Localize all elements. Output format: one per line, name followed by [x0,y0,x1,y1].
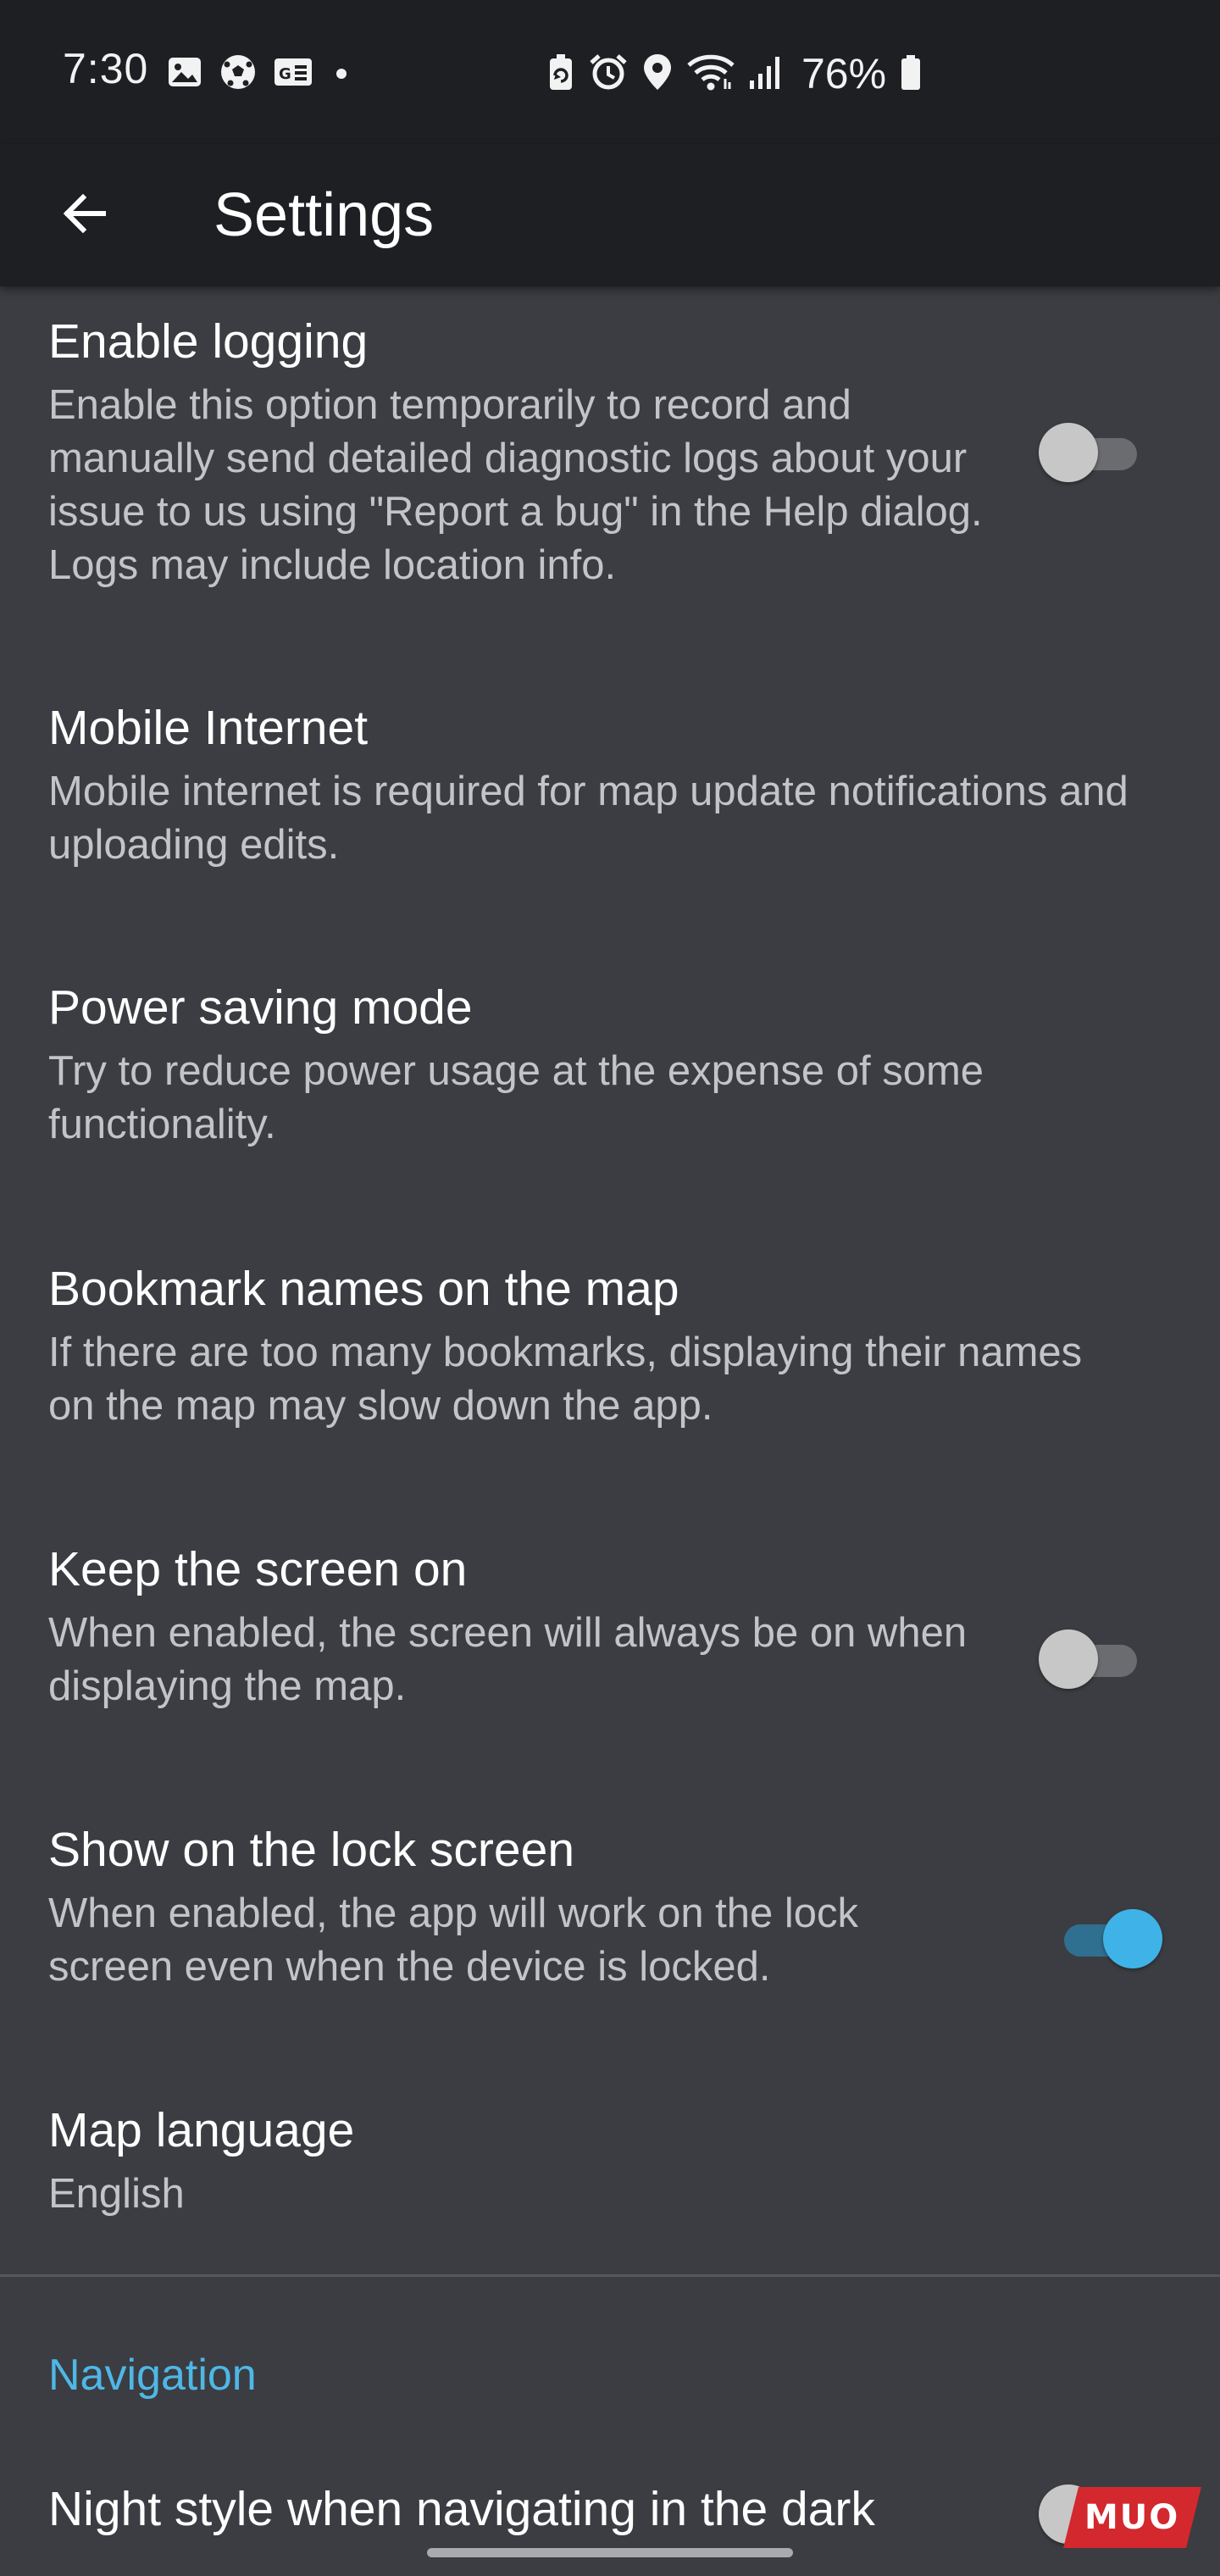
signal-icon [747,52,785,97]
toggle-thumb [1039,423,1098,482]
setting-title: Map language [48,2103,355,2157]
setting-title: Mobile Internet [48,701,369,755]
status-time: 7:30 [63,45,149,92]
news-icon: G [273,55,313,93]
setting-value: English [48,2171,185,2217]
setting-title: Bookmark names on the map [48,1262,679,1316]
setting-description: If there are too many bookmarks, display… [48,1330,1083,1429]
app-bar: Settings [0,144,1220,286]
watermark-text: MUO [1084,2498,1180,2537]
setting-title: Power saving mode [48,980,473,1035]
show-on-lock-screen-toggle[interactable] [1056,1906,1166,1974]
setting-description: Mobile internet is required for map upda… [48,769,1128,868]
keep-screen-on-toggle[interactable] [1039,1626,1149,1694]
setting-mobile-internet[interactable]: Mobile Internet Mobile internet is requi… [0,686,1220,898]
page-title: Settings [214,181,435,249]
soccer-ball-icon [219,53,258,96]
gallery-icon [166,53,203,95]
battery-saver-icon [546,52,576,97]
toggle-thumb [1039,1629,1098,1689]
arrow-left-icon [58,186,112,245]
location-icon [640,52,674,97]
enable-logging-toggle[interactable] [1039,419,1149,487]
setting-show-on-lock-screen[interactable]: Show on the lock screen When enabled, th… [0,1808,1220,2020]
setting-title: Show on the lock screen [48,1823,575,1877]
toggle-thumb [1103,1909,1162,1968]
setting-enable-logging[interactable]: Enable logging Enable this option tempor… [0,305,1220,644]
battery-percent: 76% [801,50,887,97]
section-header-navigation: Navigation [48,2351,257,2400]
section-divider [0,2274,1220,2277]
setting-title: Night style when navigating in the dark [48,2482,875,2536]
setting-bookmark-names[interactable]: Bookmark names on the map If there are t… [0,1247,1220,1459]
watermark-logo: MUO [1063,2487,1201,2548]
wifi-icon [686,52,735,97]
status-bar: 7:30 G 76% [0,0,1220,144]
setting-night-style[interactable]: Night style when navigating in the dark [0,2481,1220,2576]
setting-map-language[interactable]: Map language English [0,2089,1220,2258]
battery-icon [898,52,923,97]
svg-text:G: G [279,65,291,83]
setting-description: Try to reduce power usage at the expense… [48,1048,984,1147]
home-indicator[interactable] [427,2548,793,2557]
back-button[interactable] [44,175,125,256]
setting-keep-screen-on[interactable]: Keep the screen on When enabled, the scr… [0,1528,1220,1740]
setting-title: Enable logging [48,314,369,369]
status-notification-icons: G [166,53,354,96]
setting-description: Enable this option temporarily to record… [48,382,983,588]
setting-power-saving-mode[interactable]: Power saving mode Try to reduce power us… [0,966,1220,1178]
status-system-icons: 76% [546,49,923,98]
setting-description: When enabled, the app will work on the l… [48,1890,859,1990]
setting-description: When enabled, the screen will always be … [48,1610,968,1709]
setting-title: Keep the screen on [48,1542,468,1596]
dot-icon [329,55,354,93]
alarm-icon [588,52,629,97]
